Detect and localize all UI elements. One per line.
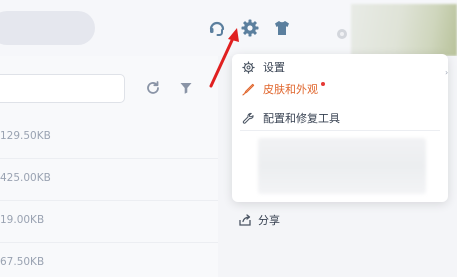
- share-button[interactable]: 分享: [238, 211, 280, 229]
- menu-item-repair-tools[interactable]: 配置和修复工具: [232, 107, 448, 129]
- share-label: 分享: [258, 214, 280, 227]
- file-rows: 129.50KB 425.00KB 19.00KB 67.50KB: [0, 117, 218, 277]
- search-box[interactable]: [0, 11, 95, 45]
- file-size: 67.50KB: [0, 256, 45, 268]
- file-size: 425.00KB: [0, 172, 51, 184]
- table-row[interactable]: 67.50KB: [0, 243, 218, 277]
- menu-item-settings[interactable]: 设置: [232, 56, 448, 78]
- file-size: 19.00KB: [0, 214, 45, 226]
- blurred-content: [258, 138, 426, 194]
- share-icon: [238, 213, 252, 227]
- avatar[interactable]: [351, 4, 457, 56]
- settings-dropdown-menu: 设置 皮肤和外观 配置和修复工具: [232, 54, 448, 202]
- table-row[interactable]: 129.50KB: [0, 117, 218, 159]
- menu-item-label: 皮肤和外观: [263, 83, 318, 96]
- menu-item-label: 设置: [263, 61, 285, 74]
- table-row[interactable]: 425.00KB: [0, 159, 218, 201]
- file-size: 129.50KB: [0, 130, 51, 142]
- menu-item-skin-appearance[interactable]: 皮肤和外观: [232, 78, 448, 100]
- notification-dot: [321, 82, 325, 86]
- annotation-arrow: [204, 24, 244, 90]
- wrench-icon: [242, 112, 255, 125]
- shirt-icon[interactable]: [272, 18, 292, 38]
- filter-input[interactable]: [0, 74, 125, 103]
- chevron-right-icon[interactable]: ›: [445, 68, 453, 78]
- filter-icon[interactable]: [178, 80, 194, 96]
- file-list-area: 129.50KB 425.00KB 19.00KB 67.50KB: [0, 56, 218, 277]
- menu-divider: [240, 130, 440, 131]
- table-row[interactable]: 19.00KB: [0, 201, 218, 243]
- menu-item-label: 配置和修复工具: [263, 112, 340, 125]
- settings-small-icon: [335, 27, 349, 41]
- refresh-icon[interactable]: [145, 80, 161, 96]
